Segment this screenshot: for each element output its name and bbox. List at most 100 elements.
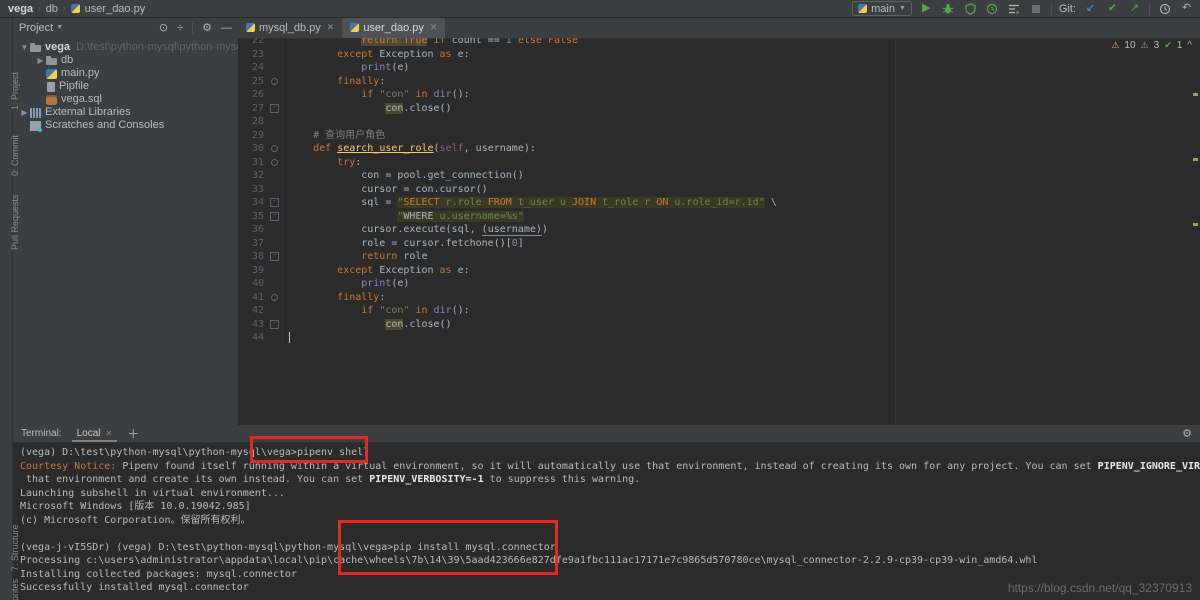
line-number[interactable]: 40 (238, 277, 267, 291)
main-toolbar: vega › db › user_dao.py main ▼ ▶ (0, 0, 1200, 18)
fold-gutter[interactable] (267, 75, 283, 89)
python-file-icon (246, 23, 255, 32)
chevron-right-icon[interactable]: ▶ (19, 106, 30, 119)
fold-marker-icon[interactable]: - (270, 212, 279, 221)
history-clock-icon (1159, 3, 1171, 15)
panel-settings-button[interactable]: ⚙ (202, 21, 212, 34)
fold-marker-icon[interactable]: - (270, 320, 279, 329)
fold-gutter[interactable]: - (267, 196, 283, 210)
code-token: e: (452, 49, 470, 60)
tree-item-pipfile[interactable]: Pipfile (13, 80, 238, 93)
fold-marker-icon[interactable] (271, 145, 278, 152)
fold-gutter[interactable]: - (267, 210, 283, 224)
close-icon[interactable]: ✕ (430, 22, 438, 33)
fold-gutter[interactable]: - (267, 318, 283, 332)
line-number[interactable]: 36 (238, 223, 267, 237)
line-number[interactable]: 27 (238, 102, 267, 116)
fold-marker-icon[interactable] (271, 78, 278, 85)
line-number[interactable]: 26 (238, 88, 267, 102)
locate-file-button[interactable]: ⊙ (159, 21, 168, 34)
inspections-widget[interactable]: ⚠ 10 ⚠ 3 ✔ 1 ^ (1111, 40, 1192, 51)
new-terminal-button[interactable]: ＋ (127, 425, 139, 442)
chevron-down-icon[interactable]: ▼ (19, 41, 30, 54)
profiler-button[interactable] (985, 1, 1000, 16)
terminal-tab-local[interactable]: Local ✕ (72, 425, 118, 442)
terminal-line-2: Courtesy Notice: Pipenv found itself run… (20, 460, 1200, 474)
tree-item-vega-sql[interactable]: vega.sql (13, 93, 238, 106)
fold-gutter[interactable] (267, 142, 283, 156)
line-number[interactable]: 31 (238, 156, 267, 170)
stripe-favorites-button[interactable]: Favorites (10, 579, 20, 600)
debug-button[interactable] (941, 1, 956, 16)
rollback-button[interactable]: ↶ (1179, 1, 1194, 16)
line-number[interactable]: 35 (238, 210, 267, 224)
run-config-selector[interactable]: main ▼ (852, 1, 912, 16)
line-number[interactable]: 37 (238, 237, 267, 251)
history-button[interactable] (1157, 1, 1172, 16)
project-panel-title[interactable]: Project (19, 22, 53, 34)
stripe-commit-button[interactable]: 0: Commit (10, 135, 20, 176)
line-number[interactable]: 39 (238, 264, 267, 278)
stripe-structure-button[interactable]: 7: Structure (10, 524, 20, 571)
run-manager-button[interactable] (1007, 1, 1022, 16)
code-token: u.role_id=r.id (668, 197, 758, 208)
line-number[interactable]: 44 (238, 331, 267, 345)
terminal-settings-button[interactable]: ⚙ (1182, 427, 1192, 440)
line-number[interactable]: 23 (238, 48, 267, 62)
warning-count: 10 (1124, 40, 1135, 51)
fold-gutter[interactable]: - (267, 250, 283, 264)
collapse-all-button[interactable]: ÷ (177, 22, 183, 34)
chevron-up-icon[interactable]: ^ (1187, 40, 1192, 51)
code-editor[interactable]: 22 return True if count == 1 else False2… (238, 38, 1200, 425)
line-number[interactable]: 38 (238, 250, 267, 264)
fold-gutter[interactable] (267, 291, 283, 305)
line-number[interactable]: 43 (238, 318, 267, 332)
line-number[interactable]: 34 (238, 196, 267, 210)
code-token: finally (337, 76, 379, 87)
tree-item-vega[interactable]: ▼vegaD:\test\python-mysql\python-mysql\v… (13, 41, 238, 54)
line-number[interactable]: 32 (238, 169, 267, 183)
close-icon[interactable]: ✕ (327, 22, 335, 33)
line-number[interactable]: 24 (238, 61, 267, 75)
tab-user-dao-py[interactable]: user_dao.py ✕ (342, 17, 445, 38)
chevron-right-icon[interactable]: ▶ (35, 54, 46, 67)
clock-icon (986, 3, 998, 15)
tree-item-scratches-and-consoles[interactable]: Scratches and Consoles (13, 119, 238, 132)
stripe-project-button[interactable]: 1: Project (10, 72, 20, 110)
fold-marker-icon[interactable]: - (270, 104, 279, 113)
breadcrumb-folder[interactable]: db (46, 3, 58, 15)
line-number[interactable]: 28 (238, 115, 267, 129)
line-number[interactable]: 33 (238, 183, 267, 197)
hide-panel-button[interactable]: — (221, 22, 232, 34)
run-button[interactable]: ▶ (919, 1, 934, 16)
line-number[interactable]: 29 (238, 129, 267, 143)
git-update-button[interactable]: ↙ (1083, 1, 1098, 16)
breadcrumb-project[interactable]: vega (8, 3, 33, 15)
git-commit-button[interactable]: ✔ (1105, 1, 1120, 16)
tree-item-external-libraries[interactable]: ▶External Libraries (13, 106, 238, 119)
line-number[interactable]: 22 (238, 38, 267, 48)
close-icon[interactable]: ✕ (105, 429, 112, 438)
tab-mysql-db-py[interactable]: mysql_db.py ✕ (238, 17, 342, 38)
tree-item-db[interactable]: ▶db (13, 54, 238, 67)
line-number[interactable]: 42 (238, 304, 267, 318)
fold-gutter (267, 183, 283, 197)
stop-button[interactable] (1029, 1, 1044, 16)
fold-marker-icon[interactable] (271, 294, 278, 301)
line-number[interactable]: 25 (238, 75, 267, 89)
code-token: print (361, 278, 391, 289)
fold-marker-icon[interactable]: - (270, 252, 279, 261)
coverage-button[interactable] (963, 1, 978, 16)
terminal-output[interactable]: (vega) D:\test\python-mysql\python-mysql… (13, 443, 1200, 595)
fold-gutter[interactable]: - (267, 102, 283, 116)
breadcrumb-file[interactable]: user_dao.py (85, 3, 146, 15)
fold-marker-icon[interactable] (271, 159, 278, 166)
stripe-pull-requests-button[interactable]: Pull Requests (10, 194, 20, 250)
tree-item-main-py[interactable]: main.py (13, 67, 238, 80)
code-token: role = cursor.fetchone()[ (361, 238, 512, 249)
line-number[interactable]: 41 (238, 291, 267, 305)
line-number[interactable]: 30 (238, 142, 267, 156)
fold-marker-icon[interactable]: - (270, 198, 279, 207)
git-push-button[interactable]: ↗ (1127, 1, 1142, 16)
fold-gutter[interactable] (267, 156, 283, 170)
